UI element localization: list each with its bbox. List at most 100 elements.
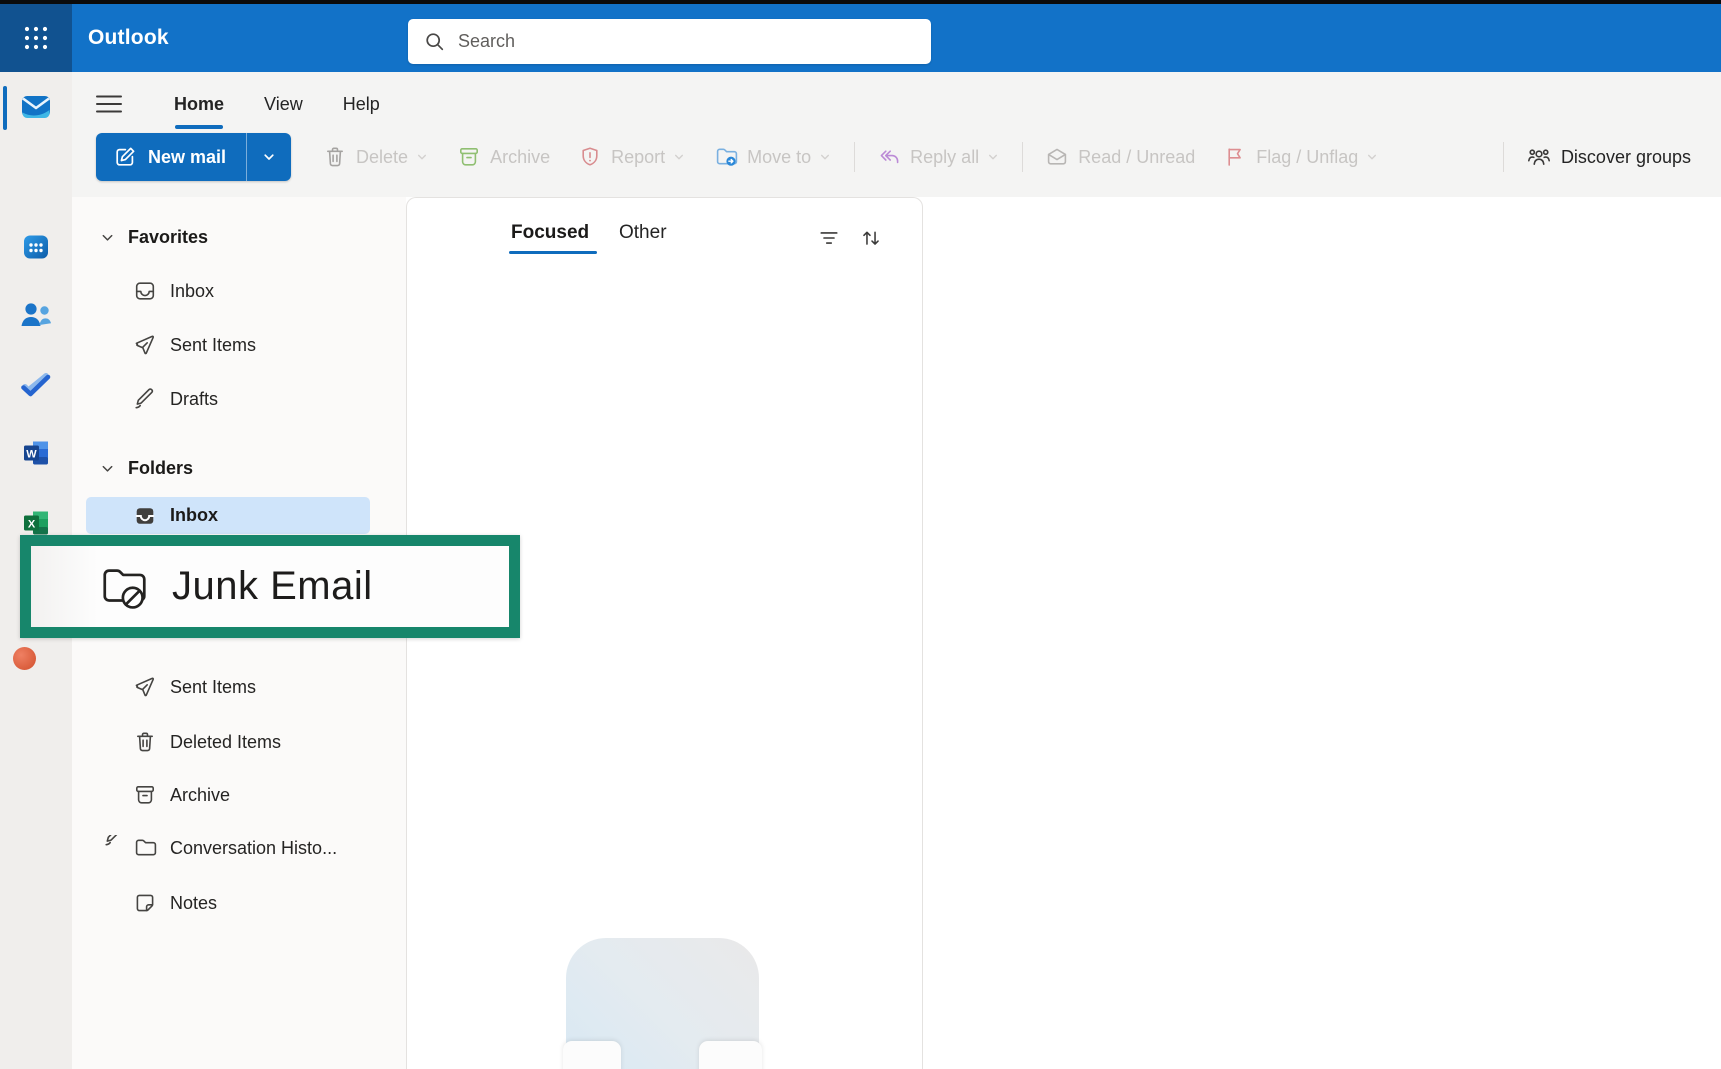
tray-left-edge [563,1041,621,1069]
move-to-button[interactable]: Move to [700,133,846,181]
sidebar-item-label: Archive [170,785,230,806]
chevron-down-icon [100,230,115,245]
app-launcher-button[interactable] [0,4,72,72]
window-top-edge [0,0,1721,4]
sidebar-item-sent-favorite[interactable]: Sent Items [72,318,406,372]
tray-right-edge [699,1041,762,1069]
message-list-header: Focused Other [407,198,922,258]
compose-icon [113,145,137,169]
read-unread-button[interactable]: Read / Unread [1031,133,1209,181]
delete-button[interactable]: Delete [309,133,443,181]
reply-all-icon [877,145,901,169]
chevron-down-icon [100,461,115,476]
move-to-folder-icon [714,145,738,169]
sidebar-item-notes[interactable]: Notes [72,876,406,930]
note-icon [133,891,157,915]
rail-word-button[interactable]: W [0,425,72,481]
rail-outlook-mail-button[interactable] [0,78,72,134]
tab-view[interactable]: View [262,86,305,123]
partially-hidden-app-icon[interactable] [13,647,36,670]
toolbar-separator [854,142,855,172]
junk-email-label: Junk Email [172,564,373,609]
folders-section-header[interactable]: Folders [72,441,406,495]
chevron-down-icon [986,150,1000,164]
sidebar-item-archive[interactable]: Archive [72,768,406,822]
inbox-filled-icon [133,504,157,528]
empty-mailbox-illustration [566,938,759,1069]
svg-text:W: W [26,449,37,461]
hamburger-menu-button[interactable] [96,86,136,122]
flag-unflag-label: Flag / Unflag [1256,147,1358,168]
sidebar-item-label: Deleted Items [170,732,281,753]
word-icon: W [21,438,51,468]
toolbar-separator [1022,142,1023,172]
new-mail-split-button: New mail [96,133,291,181]
sort-button[interactable] [857,224,885,252]
rail-people-button[interactable] [0,287,72,343]
delete-label: Delete [356,147,408,168]
junk-folder-icon [98,560,152,614]
rail-todo-button[interactable] [0,357,72,413]
folders-title: Folders [128,458,193,479]
report-button[interactable]: Report [564,133,700,181]
search-input[interactable] [458,19,931,64]
tab-other[interactable]: Other [619,222,667,244]
tab-help-label: Help [343,94,380,114]
filter-icon [818,227,840,249]
new-mail-label: New mail [148,147,226,168]
flag-icon [1223,145,1247,169]
trash-icon [323,145,347,169]
people-group-icon [1526,144,1552,170]
filter-button[interactable] [815,224,843,252]
flag-unflag-button[interactable]: Flag / Unflag [1209,133,1393,181]
hamburger-icon [96,94,122,114]
toolbar-separator [1503,142,1504,172]
outlook-mail-icon [19,89,53,123]
tab-focused[interactable]: Focused [511,222,589,244]
archive-label: Archive [490,147,550,168]
search-box[interactable] [408,19,931,64]
archive-button[interactable]: Archive [443,133,564,181]
tab-help[interactable]: Help [341,86,382,123]
discover-groups-button[interactable]: Discover groups [1512,133,1705,181]
header-bar: Outlook [0,4,1721,72]
new-mail-dropdown-button[interactable] [246,133,291,181]
app-title[interactable]: Outlook [88,4,169,72]
sidebar-item-label: Drafts [170,389,218,410]
sidebar-item-conversation-history[interactable]: Conversation Histo... [72,821,406,875]
people-icon [19,300,53,330]
sort-arrows-icon [860,227,882,249]
archive-icon [457,145,481,169]
archive-icon [133,783,157,807]
tab-home[interactable]: Home [172,86,226,123]
reply-all-label: Reply all [910,147,979,168]
sidebar-item-sent-items[interactable]: Sent Items [72,660,406,714]
sidebar-item-deleted-items[interactable]: Deleted Items [72,715,406,769]
read-unread-label: Read / Unread [1078,147,1195,168]
chevron-down-icon [1365,150,1379,164]
chevron-down-icon [415,150,429,164]
sidebar-item-label: Inbox [170,505,218,526]
folder-icon [133,836,157,860]
report-label: Report [611,147,665,168]
discover-groups-label: Discover groups [1561,147,1691,168]
tab-view-label: View [264,94,303,114]
report-shield-icon [578,145,602,169]
trash-icon [133,730,157,754]
move-to-label: Move to [747,147,811,168]
favorites-title: Favorites [128,227,208,248]
sidebar-item-inbox-selected[interactable]: Inbox [86,497,370,534]
sidebar-item-label: Notes [170,893,217,914]
active-tab-underline [175,125,223,129]
favorites-section-header[interactable]: Favorites [72,210,406,264]
calendar-icon [20,231,52,263]
new-mail-button[interactable]: New mail [96,133,246,181]
sidebar-item-inbox-favorite[interactable]: Inbox [72,264,406,318]
rail-calendar-button[interactable] [0,219,72,275]
junk-email-highlight-box[interactable]: Junk Email [20,535,520,638]
reply-all-button[interactable]: Reply all [863,133,1014,181]
drafts-icon [133,387,157,411]
sidebar-item-drafts-favorite[interactable]: Drafts [72,372,406,426]
sidebar-item-label: Sent Items [170,335,256,356]
send-icon [133,675,157,699]
